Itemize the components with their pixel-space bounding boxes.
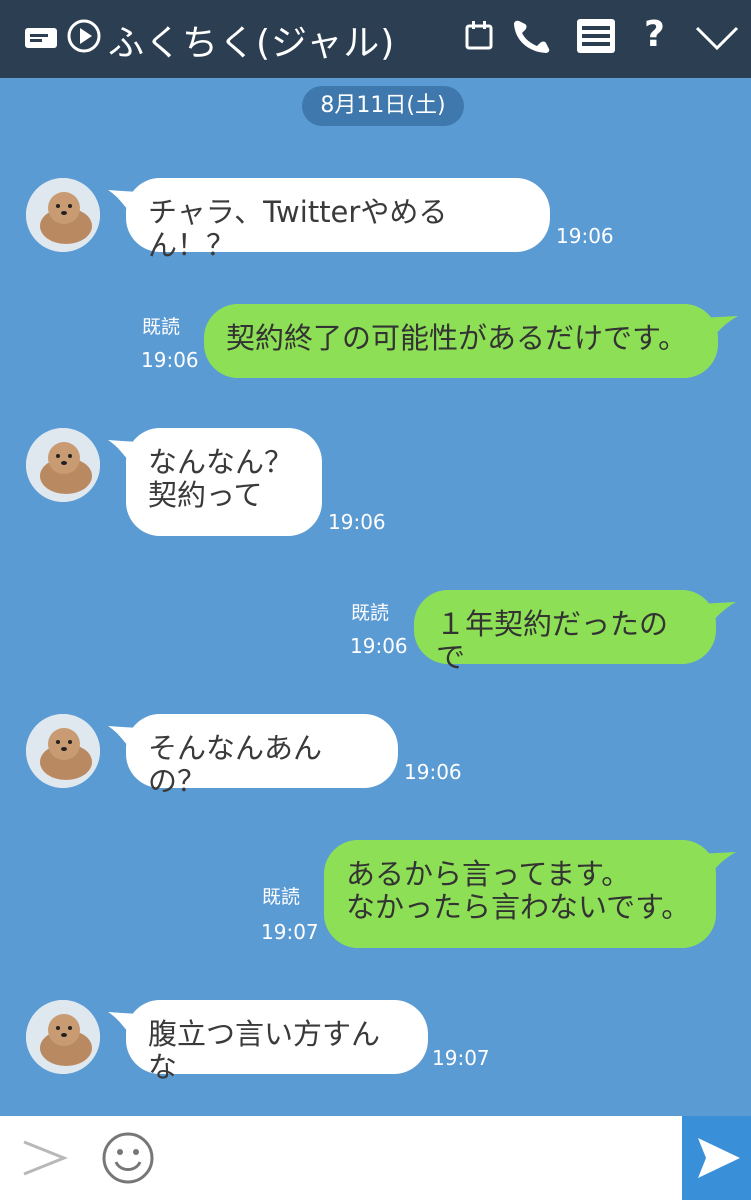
message-bubble[interactable]: なんなん？ 契約って [126,428,322,536]
message-time: 19:06 [350,634,408,658]
message-time: 19:07 [432,1046,490,1070]
avatar[interactable] [26,1000,100,1074]
read-receipt: 既読 [262,886,301,908]
message-time: 19:06 [328,510,386,534]
send-icon [696,1136,742,1184]
bubble-tail [698,852,736,876]
message-bubble[interactable]: そんなんあんの？ [126,714,398,798]
bubble-tail [700,316,738,340]
avatar[interactable] [26,714,100,788]
expand-icon[interactable] [20,1136,69,1184]
read-receipt: 既読 [142,316,181,338]
message-bubble[interactable]: チャラ、Twitterやめるん！？ [126,178,550,262]
avatar[interactable] [26,428,100,502]
chat-title: ふくちく(ジャル) [108,23,396,64]
keyboard-icon[interactable] [24,26,58,56]
message-bubble[interactable]: １年契約だったので [414,590,716,674]
help-icon[interactable]: ? [644,14,665,55]
message-bubble[interactable]: 契約終了の可能性があるだけです。 [204,304,718,378]
message-time: 19:06 [141,348,199,372]
phone-icon[interactable] [510,18,554,58]
message-input-bar [0,1116,751,1200]
message-bubble[interactable]: 腹立つ言い方すんな [126,1000,428,1084]
bubble-tail [698,602,736,626]
message-bubble[interactable]: あるから言ってます。 なかったら言わないです。 [324,840,716,948]
date-separator: 8月11日(土) [302,86,464,126]
play-icon[interactable] [66,18,102,58]
avatar[interactable] [26,178,100,252]
emoji-icon[interactable] [100,1130,156,1190]
message-time: 19:06 [404,760,462,784]
message-time: 19:07 [261,920,319,944]
calendar-icon[interactable] [464,20,494,56]
send-button[interactable] [682,1116,751,1200]
menu-icon[interactable] [576,18,616,58]
chevron-down-icon[interactable] [694,24,740,56]
chat-header: ふくちく(ジャル) ? [0,0,751,78]
message-time: 19:06 [556,224,614,248]
read-receipt: 既読 [351,602,390,624]
